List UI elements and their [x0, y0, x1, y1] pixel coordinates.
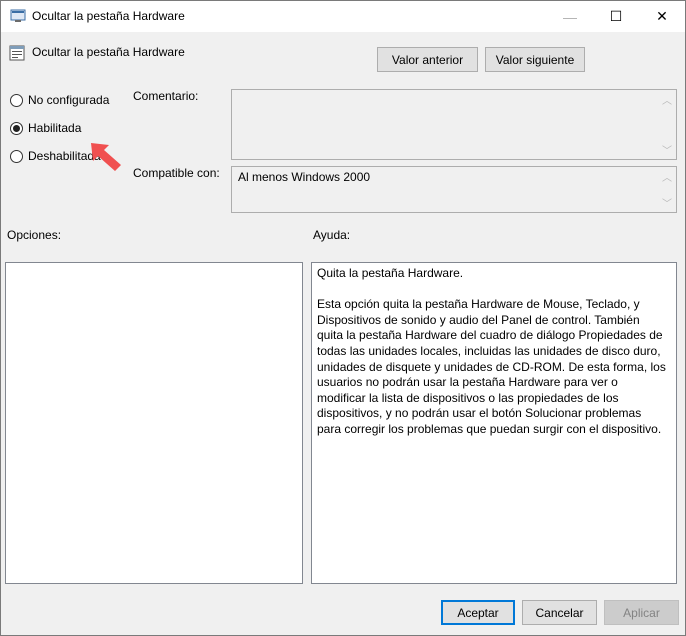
supported-on-value: Al menos Windows 2000: [238, 170, 371, 184]
supported-on-field[interactable]: Al menos Windows 2000 ︿ ﹀: [231, 166, 677, 213]
comment-scrollbar[interactable]: ︿ ﹀: [660, 92, 674, 157]
scroll-down-icon[interactable]: ﹀: [662, 142, 672, 157]
close-button[interactable]: ✕: [639, 1, 685, 32]
comment-field[interactable]: ︿ ﹀: [231, 89, 677, 160]
scroll-up-icon[interactable]: ︿: [662, 92, 672, 107]
supported-scrollbar[interactable]: ︿ ﹀: [660, 169, 674, 210]
window-title: Ocultar la pestaña Hardware: [32, 9, 185, 23]
apply-button[interactable]: Aplicar: [604, 600, 679, 625]
policy-dialog: Ocultar la pestaña Hardware — ☐ ✕ Oculta…: [0, 0, 686, 636]
radio-not-configured[interactable]: No configurada: [10, 92, 109, 108]
next-setting-button[interactable]: Valor siguiente: [485, 47, 585, 72]
cancel-button[interactable]: Cancelar: [522, 600, 597, 625]
comment-label: Comentario:: [133, 89, 199, 103]
policy-setting-icon: [9, 45, 25, 61]
policy-title: Ocultar la pestaña Hardware: [32, 45, 185, 59]
title-bar[interactable]: Ocultar la pestaña Hardware — ☐ ✕: [1, 1, 685, 32]
supported-on-label: Compatible con:: [133, 166, 220, 180]
help-panel[interactable]: Quita la pestaña Hardware. Esta opción q…: [311, 262, 677, 584]
previous-setting-button[interactable]: Valor anterior: [377, 47, 478, 72]
maximize-button[interactable]: ☐: [593, 1, 639, 32]
comment-value: [232, 90, 676, 96]
help-text: Quita la pestaña Hardware. Esta opción q…: [317, 266, 666, 436]
radio-not-configured-label: No configurada: [28, 93, 110, 107]
scroll-down-icon[interactable]: ﹀: [662, 195, 672, 210]
scroll-up-icon[interactable]: ︿: [662, 169, 672, 184]
radio-not-configured-circle[interactable]: [10, 93, 23, 107]
options-panel[interactable]: [5, 262, 303, 584]
radio-disabled-circle[interactable]: [10, 149, 23, 163]
minimize-button[interactable]: —: [547, 1, 593, 32]
red-arrow-icon: [91, 143, 121, 171]
radio-enabled[interactable]: Habilitada: [10, 120, 81, 136]
policy-window-icon: [10, 9, 26, 22]
radio-enabled-label: Habilitada: [28, 121, 82, 135]
radio-enabled-circle[interactable]: [10, 121, 23, 135]
help-label: Ayuda:: [313, 228, 351, 242]
ok-button[interactable]: Aceptar: [441, 600, 515, 625]
options-label: Opciones:: [7, 228, 62, 242]
